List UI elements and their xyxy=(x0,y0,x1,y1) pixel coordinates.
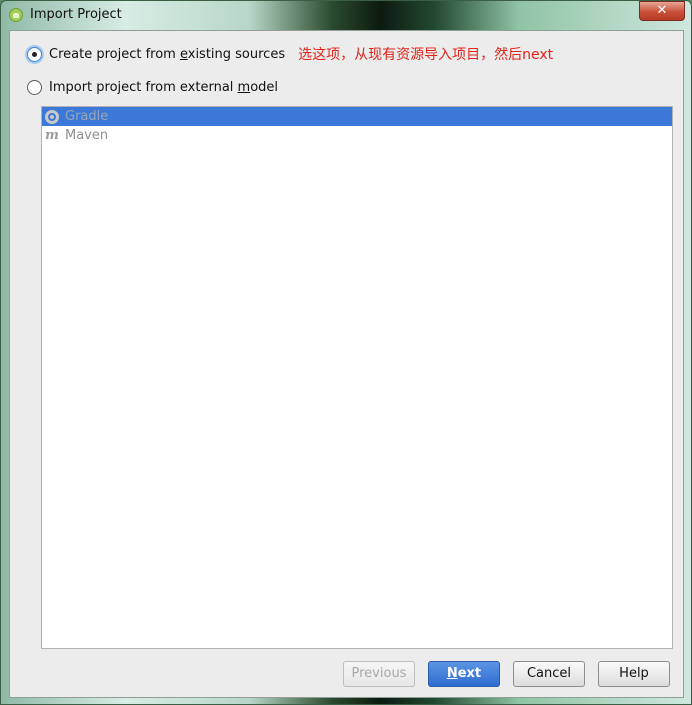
maven-icon: m xyxy=(45,128,59,143)
title-bar[interactable]: Import Project ✕ xyxy=(1,1,691,29)
list-item-label: Gradle xyxy=(65,109,109,124)
option-import-external-model[interactable]: Import project from external model xyxy=(27,77,278,97)
list-item-gradle[interactable]: Gradle xyxy=(42,107,672,126)
option-create-from-existing[interactable]: Create project from existing sources 选这项… xyxy=(27,44,553,64)
gradle-icon xyxy=(45,109,59,124)
annotation-note: 选这项，从现有资源导入项目，然后next xyxy=(298,47,554,63)
option-create-label[interactable]: Create project from existing sources xyxy=(49,47,285,62)
external-model-list[interactable]: Gradle m Maven xyxy=(41,106,673,649)
previous-button[interactable]: Previous xyxy=(343,661,415,687)
window-title: Import Project xyxy=(30,7,122,22)
help-button[interactable]: Help xyxy=(598,661,670,687)
list-item-label: Maven xyxy=(65,128,109,143)
close-button[interactable]: ✕ xyxy=(639,1,685,21)
android-studio-icon xyxy=(9,8,23,22)
radio-import-external-model[interactable] xyxy=(27,79,42,95)
cancel-button[interactable]: Cancel xyxy=(513,661,585,687)
close-icon: ✕ xyxy=(656,3,668,18)
radio-create-from-existing[interactable] xyxy=(27,46,42,62)
list-item-maven[interactable]: m Maven xyxy=(42,126,672,145)
dialog-content: Create project from existing sources 选这项… xyxy=(9,30,684,698)
import-project-window: Import Project ✕ Create project from exi… xyxy=(0,0,692,705)
next-button[interactable]: Next xyxy=(428,661,500,687)
option-import-label[interactable]: Import project from external model xyxy=(49,80,278,95)
